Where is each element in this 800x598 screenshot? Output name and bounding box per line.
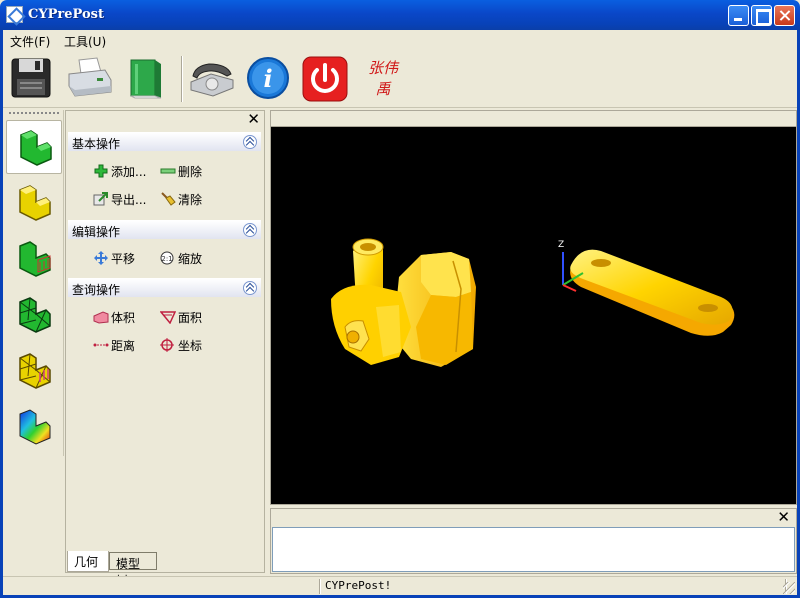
close-window-button[interactable] [774,5,795,26]
property-tool-button[interactable] [6,176,62,230]
action-label: 导出... [111,192,147,207]
maximize-button[interactable] [751,5,772,26]
exit-button[interactable] [302,56,348,102]
scale-action[interactable]: 2:1 缩放 [160,249,202,267]
menu-tools[interactable]: 工具(U) [64,33,106,50]
author-signature: 张伟禹 [367,59,398,98]
coordinate-action[interactable]: 坐标 [160,336,202,354]
menu-file[interactable]: 文件(F) [10,33,50,50]
yellow-mesh-block-icon [19,353,51,389]
yellow-solid-block-icon [19,185,51,221]
minimize-button[interactable] [728,5,749,26]
collapse-icon[interactable] [243,223,257,237]
geometry-tool-button[interactable] [6,120,62,174]
distance-icon [93,338,109,352]
action-label: 平移 [111,251,136,266]
svg-text:2:1: 2:1 [161,255,172,263]
link-bracket-model[interactable] [570,249,735,336]
translate-action[interactable]: 平移 [93,249,135,267]
zoom-scale-icon: 2:1 [160,251,176,265]
printer-icon [68,57,112,97]
menu-bar: 文件(F) 工具(U) [3,30,797,50]
tool-icon-column [3,110,64,456]
area-action[interactable]: 面积 [159,308,203,326]
tab-geometry[interactable]: 几何 [67,551,109,572]
delete-action[interactable]: 删除 [160,162,202,180]
about-button[interactable]: i [246,56,292,102]
book-icon [130,59,162,99]
viewport-header [271,111,796,127]
save-button[interactable] [9,56,55,102]
telephone-icon [190,63,234,97]
export-icon [93,192,109,206]
action-label: 面积 [178,310,203,325]
tab-model-tree[interactable]: 模型树 [109,552,157,588]
collapse-icon[interactable] [243,135,257,149]
3d-viewport[interactable]: Z [270,110,797,505]
area-icon [159,310,177,325]
print-button[interactable] [65,56,112,102]
output-panel: ✕ [270,508,797,574]
crosshair-icon [160,338,176,352]
broom-icon [160,192,176,206]
group-title: 查询操作 [72,283,121,297]
geometry-panel: ✕ 基本操作 添加... 删除 导出... 清除 编辑操作 平移 2:1 缩放 [65,110,265,573]
add-action[interactable]: 添加... [93,162,146,180]
group-title: 基本操作 [72,137,121,151]
toolbar-separator [181,56,183,102]
mesh-tool-button[interactable] [6,288,62,342]
output-console[interactable] [272,527,795,572]
help-book-button[interactable] [125,56,171,102]
collapse-icon[interactable] [243,281,257,295]
action-label: 缩放 [178,251,203,266]
action-label: 添加... [111,164,147,179]
contour-result-block-icon [19,409,51,445]
contact-button[interactable] [187,56,234,102]
status-text: CYPrePost! [325,579,392,592]
axis-z-label: Z [558,240,564,250]
move-arrows-icon [93,251,109,265]
action-label: 体积 [111,310,136,325]
constraint-tool-button[interactable] [6,232,62,286]
volume-icon [93,310,109,324]
volume-action[interactable]: 体积 [93,308,135,326]
group-header-query[interactable]: 查询操作 [68,278,261,297]
distance-action[interactable]: 距离 [93,336,135,354]
info-icon: i [247,57,289,99]
action-label: 坐标 [178,338,203,353]
title-bar: CYPrePost [0,0,800,30]
3d-canvas[interactable]: Z [271,127,796,504]
status-bar: CYPrePost! [3,576,797,595]
floppy-disk-icon [11,58,51,98]
power-icon [302,56,348,102]
output-close-button[interactable]: ✕ [777,509,790,526]
group-title: 编辑操作 [72,225,121,239]
plus-icon [93,164,109,178]
action-label: 删除 [178,164,203,179]
window-title: CYPrePost [28,7,104,22]
resize-grip[interactable] [783,582,795,594]
green-solid-block-icon [20,130,52,166]
result-tool-button[interactable] [6,400,62,454]
app-icon[interactable] [6,6,23,23]
toolbar: i 张伟禹 [3,50,797,108]
group-header-basic[interactable]: 基本操作 [68,132,261,151]
panel-close-button[interactable]: ✕ [247,111,260,127]
load-tool-button[interactable] [6,344,62,398]
green-block-constraint-icon [19,241,51,277]
clear-action[interactable]: 清除 [160,190,202,208]
svg-text:i: i [263,64,272,93]
status-separator [319,579,321,594]
green-mesh-block-icon [19,297,51,333]
export-action[interactable]: 导出... [93,190,146,208]
action-label: 距离 [111,338,136,353]
toolbar-grip[interactable] [9,112,59,115]
minus-icon [160,164,176,178]
group-header-edit[interactable]: 编辑操作 [68,220,261,239]
action-label: 清除 [178,192,203,207]
pump-housing-model[interactable] [331,238,476,367]
